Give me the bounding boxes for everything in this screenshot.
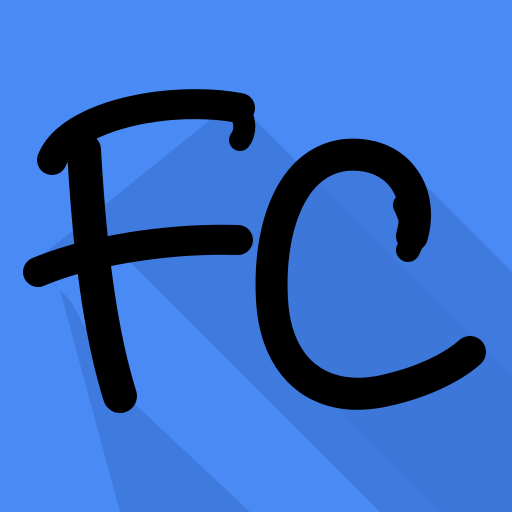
app-icon[interactable]: FC: [0, 0, 512, 512]
monogram-logo-icon: [0, 0, 512, 512]
